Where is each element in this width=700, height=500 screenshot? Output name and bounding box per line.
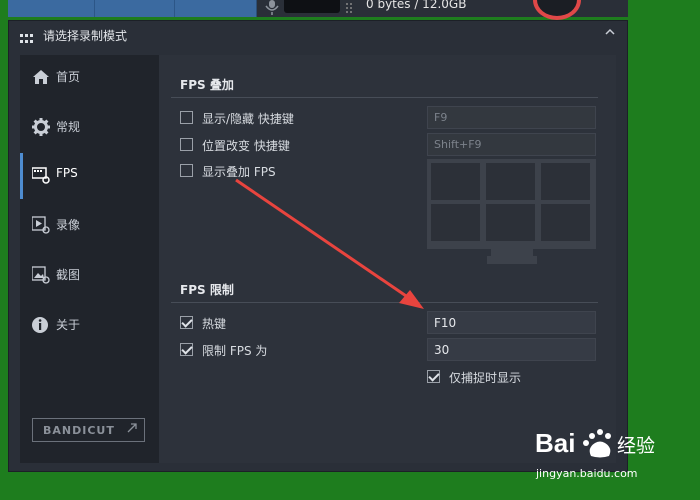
watermark-url: jingyan.baidu.com bbox=[536, 467, 638, 480]
svg-text:经验: 经验 bbox=[617, 435, 655, 457]
baidu-logo: Bai 经验 bbox=[535, 424, 665, 464]
svg-text:Bai: Bai bbox=[535, 428, 575, 458]
